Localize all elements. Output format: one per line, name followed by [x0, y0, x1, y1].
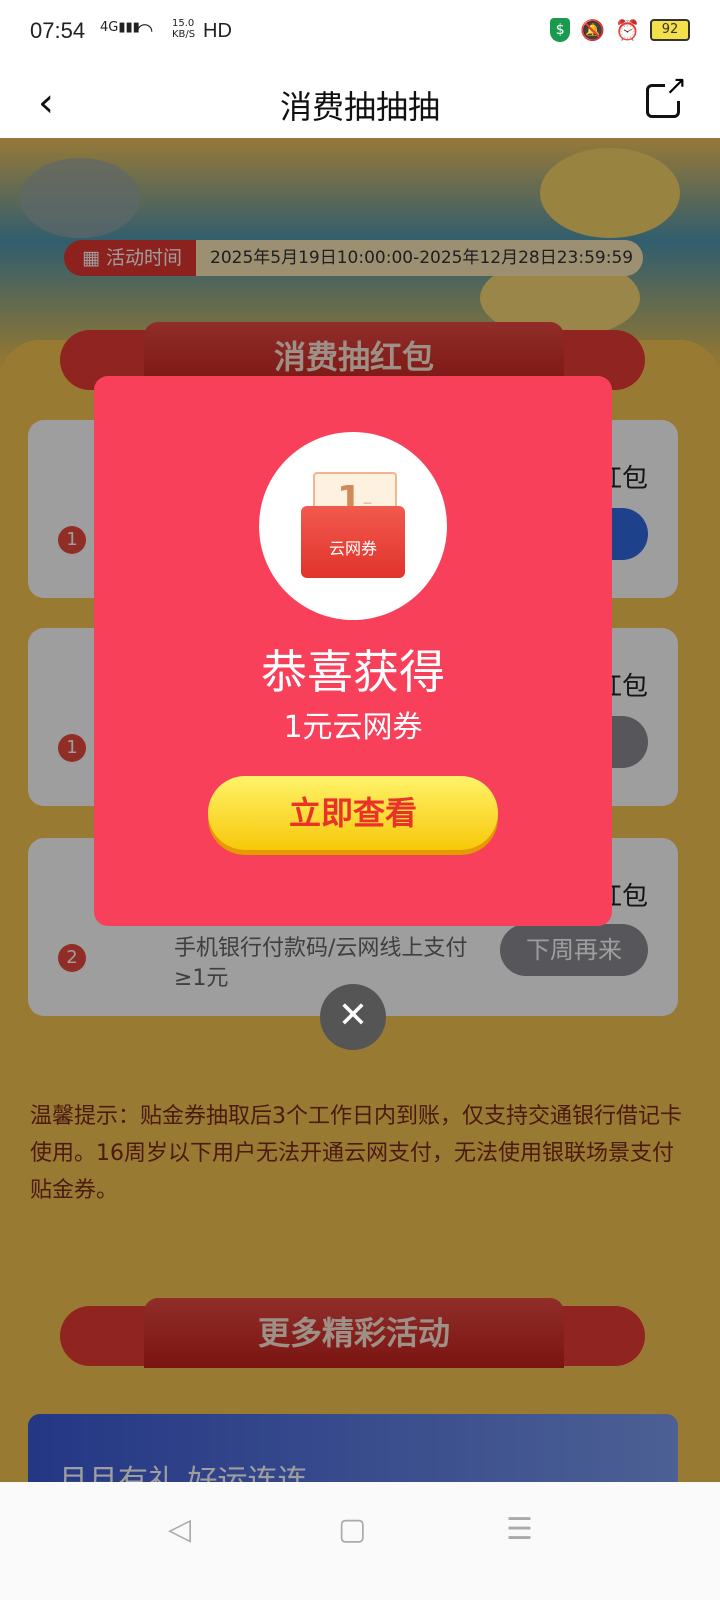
nav-home-icon[interactable]: ▢ [338, 1512, 366, 1547]
signal-icon: 4G▮▮▮ [100, 20, 140, 35]
close-icon[interactable]: ✕ [320, 984, 386, 1050]
status-time: 07:54 [30, 18, 86, 43]
prize-modal: 1元 云网券 恭喜获得 1元云网券 立即查看 [94, 376, 612, 926]
security-shield-icon: $ [550, 18, 571, 42]
nav-menu-icon[interactable]: ☰ [506, 1512, 533, 1547]
bell-muted-icon: 🔕 [580, 18, 606, 42]
status-right-icons: $ 🔕 ⏰ 92 [550, 18, 690, 42]
hd-label: HD [203, 20, 232, 42]
alarm-icon: ⏰ [615, 18, 640, 42]
coupon-icon: 1元 云网券 [301, 472, 405, 580]
system-nav-bar: ◁ ▢ ☰ [0, 1482, 720, 1600]
app-header: ‹ 消费抽抽抽 [0, 70, 720, 138]
coupon-icon-circle: 1元 云网券 [259, 432, 447, 620]
share-icon[interactable] [646, 71, 687, 118]
congrats-title: 恭喜获得 [261, 645, 445, 699]
prize-text: 1元云网券 [283, 710, 423, 745]
battery-icon: 92 [650, 19, 690, 41]
network-label: 4G [100, 20, 119, 35]
wifi-icon: ◠ [136, 18, 154, 42]
coupon-envelope: 云网券 [301, 506, 405, 578]
page-title: 消费抽抽抽 [279, 88, 440, 126]
speed-value: 15.0 [172, 18, 195, 29]
nav-back-icon[interactable]: ◁ [168, 1512, 191, 1547]
view-now-button[interactable]: 立即查看 [208, 776, 498, 850]
network-speed: 15.0 KB/S [172, 18, 195, 40]
speed-unit: KB/S [172, 29, 196, 40]
status-bar: 07:54 4G▮▮▮ ◠ 15.0 KB/S HD $ 🔕 ⏰ 92 [0, 0, 720, 70]
